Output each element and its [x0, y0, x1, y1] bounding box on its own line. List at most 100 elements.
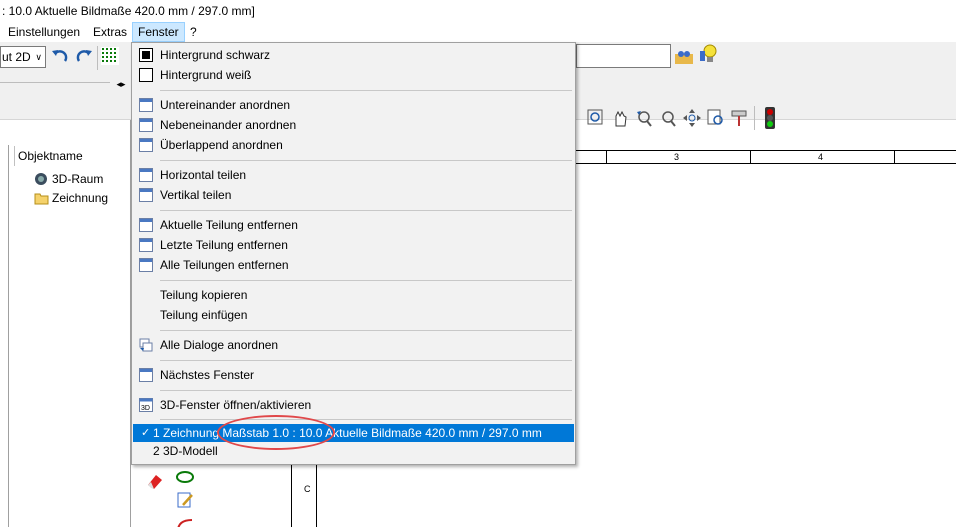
- menu-item-label: Nebeneinander anordnen: [160, 118, 297, 132]
- menu-item-alle-teilungen-entfernen[interactable]: Alle Teilungen entfernen: [133, 255, 574, 275]
- checkmark-icon: ✓: [141, 427, 151, 439]
- menu-item-letzte-teilung-entfernen[interactable]: Letzte Teilung entfernen: [133, 235, 574, 255]
- redo-icon[interactable]: [74, 46, 94, 66]
- search-input[interactable]: [576, 44, 671, 68]
- menu-item-3d-fenster[interactable]: 3D 3D-Fenster öffnen/aktivieren: [133, 395, 574, 415]
- menu-item-label: Hintergrund weiß: [160, 68, 252, 82]
- menu-item-label: Teilung einfügen: [160, 308, 248, 322]
- ruler-label: 4: [818, 152, 824, 162]
- tree-item-zeichnung[interactable]: Zeichnung: [34, 189, 108, 207]
- ruler-label: 3: [674, 152, 680, 162]
- menu-item-aktuelle-teilung-entfernen[interactable]: Aktuelle Teilung entfernen: [133, 215, 574, 235]
- menu-separator: [160, 90, 572, 91]
- zoom-window-icon[interactable]: [586, 108, 606, 128]
- menu-item-vertikal-teilen[interactable]: Vertikal teilen: [133, 185, 574, 205]
- menu-item-ueberlappend[interactable]: Überlappend anordnen: [133, 135, 574, 155]
- tile-horizontal-icon: [139, 98, 153, 112]
- menu-item-naechstes-fenster[interactable]: Nächstes Fenster: [133, 365, 574, 385]
- drawing-border: [316, 465, 317, 527]
- remove-split-icon: [139, 218, 153, 232]
- ellipse-tool-icon[interactable]: [174, 466, 196, 488]
- drawing-border: [291, 465, 292, 527]
- menu-einstellungen[interactable]: Einstellungen: [3, 22, 85, 42]
- menu-item-label: 1 Zeichnung Maßstab 1.0 : 10.0 Aktuelle …: [153, 426, 542, 440]
- menu-item-label: 3D-Fenster öffnen/aktivieren: [160, 398, 312, 412]
- menu-item-label: Teilung kopieren: [160, 288, 248, 302]
- checkbox-empty-icon: [139, 68, 153, 82]
- tree-item-label: Zeichnung: [52, 191, 109, 205]
- menubar: Einstellungen Extras Fenster ?: [0, 22, 956, 42]
- menu-item-label: Hintergrund schwarz: [160, 48, 271, 62]
- menu-item-label: Untereinander anordnen: [160, 98, 291, 112]
- toolbar-separator: [754, 106, 755, 130]
- users-icon[interactable]: [674, 46, 694, 66]
- 3d-window-icon: 3D: [139, 398, 153, 412]
- zoom-page-icon[interactable]: [706, 108, 726, 128]
- menu-separator: [160, 419, 572, 420]
- menu-separator: [160, 160, 572, 161]
- zoom-all-icon[interactable]: [682, 108, 702, 128]
- menu-item-label: Horizontal teilen: [160, 168, 247, 182]
- toolbar-divider: [0, 82, 110, 83]
- menu-item-horizontal-teilen[interactable]: Horizontal teilen: [133, 165, 574, 185]
- menu-item-label: Überlappend anordnen: [160, 138, 283, 152]
- menu-item-untereinander[interactable]: Untereinander anordnen: [133, 95, 574, 115]
- fenster-menu: Hintergrund schwarz Hintergrund weiß Unt…: [131, 42, 576, 465]
- highlight-ellipse: [217, 415, 335, 450]
- undo-icon[interactable]: [50, 46, 70, 66]
- menu-item-teilung-einfuegen[interactable]: Teilung einfügen: [133, 305, 574, 325]
- folder-icon: [34, 191, 49, 205]
- view-mode-combo[interactable]: ut 2D ∨: [0, 46, 46, 68]
- next-window-icon: [139, 368, 153, 382]
- ruler-tick: [750, 151, 751, 163]
- zoom-previous-icon[interactable]: [634, 108, 654, 128]
- pan-hand-icon[interactable]: [610, 108, 630, 128]
- menu-item-label: Alle Teilungen entfernen: [160, 258, 289, 272]
- split-horizontal-icon: [139, 168, 153, 182]
- edit-pen-icon[interactable]: [174, 489, 196, 511]
- menu-item-label: Letzte Teilung entfernen: [160, 238, 288, 252]
- ruler-tick: [606, 151, 607, 163]
- paint-roller-icon[interactable]: [730, 108, 750, 128]
- cascade-icon: [139, 138, 153, 152]
- menu-item-window-2[interactable]: 2 3D-Modell: [133, 442, 574, 460]
- menu-separator: [160, 390, 572, 391]
- scroll-arrows-icon[interactable]: ◂▸: [114, 74, 128, 94]
- tree-item-3d-raum[interactable]: 3D-Raum: [34, 170, 103, 188]
- toolbar-separator: [97, 46, 98, 70]
- menu-item-label: Nächstes Fenster: [160, 368, 255, 382]
- ruler-tick: [894, 151, 895, 163]
- panel-splitter[interactable]: [0, 145, 9, 527]
- lightbulb-icon[interactable]: [698, 44, 718, 64]
- menu-item-nebeneinander[interactable]: Nebeneinander anordnen: [133, 115, 574, 135]
- remove-all-splits-icon: [139, 258, 153, 272]
- tree-header[interactable]: Objektname: [14, 146, 131, 166]
- menu-item-alle-dialoge-anordnen[interactable]: Alle Dialoge anordnen: [133, 335, 574, 355]
- zoom-refresh-icon[interactable]: [658, 108, 678, 128]
- window-title: : 10.0 Aktuelle Bildmaße 420.0 mm / 297.…: [0, 0, 956, 22]
- menu-fenster[interactable]: Fenster: [132, 22, 185, 42]
- menu-help[interactable]: ?: [185, 22, 202, 42]
- menu-extras[interactable]: Extras: [88, 22, 132, 42]
- grid-icon[interactable]: [100, 46, 120, 66]
- traffic-light-icon[interactable]: [760, 106, 780, 130]
- menu-separator: [160, 280, 572, 281]
- menu-item-label: Vertikal teilen: [160, 188, 232, 202]
- menu-item-window-1[interactable]: ✓ 1 Zeichnung Maßstab 1.0 : 10.0 Aktuell…: [133, 424, 574, 442]
- chevron-down-icon: ∨: [35, 52, 42, 62]
- menu-item-hintergrund-weiss[interactable]: Hintergrund weiß: [133, 65, 574, 85]
- menu-item-teilung-kopieren[interactable]: Teilung kopieren: [133, 285, 574, 305]
- menu-item-label: Alle Dialoge anordnen: [160, 338, 279, 352]
- menu-item-label: 2 3D-Modell: [153, 444, 218, 458]
- menu-separator: [160, 360, 572, 361]
- checkbox-filled-icon: [139, 48, 153, 62]
- menu-item-label: Aktuelle Teilung entfernen: [160, 218, 298, 232]
- remove-last-split-icon: [139, 238, 153, 252]
- ruler: 3 4: [575, 150, 956, 164]
- eraser-icon[interactable]: [144, 470, 166, 492]
- arc-tool-icon[interactable]: [174, 512, 196, 527]
- menu-item-hintergrund-schwarz[interactable]: Hintergrund schwarz: [133, 45, 574, 65]
- svg-text:3D: 3D: [141, 405, 150, 412]
- tree-item-label: 3D-Raum: [52, 172, 104, 186]
- menu-separator: [160, 210, 572, 211]
